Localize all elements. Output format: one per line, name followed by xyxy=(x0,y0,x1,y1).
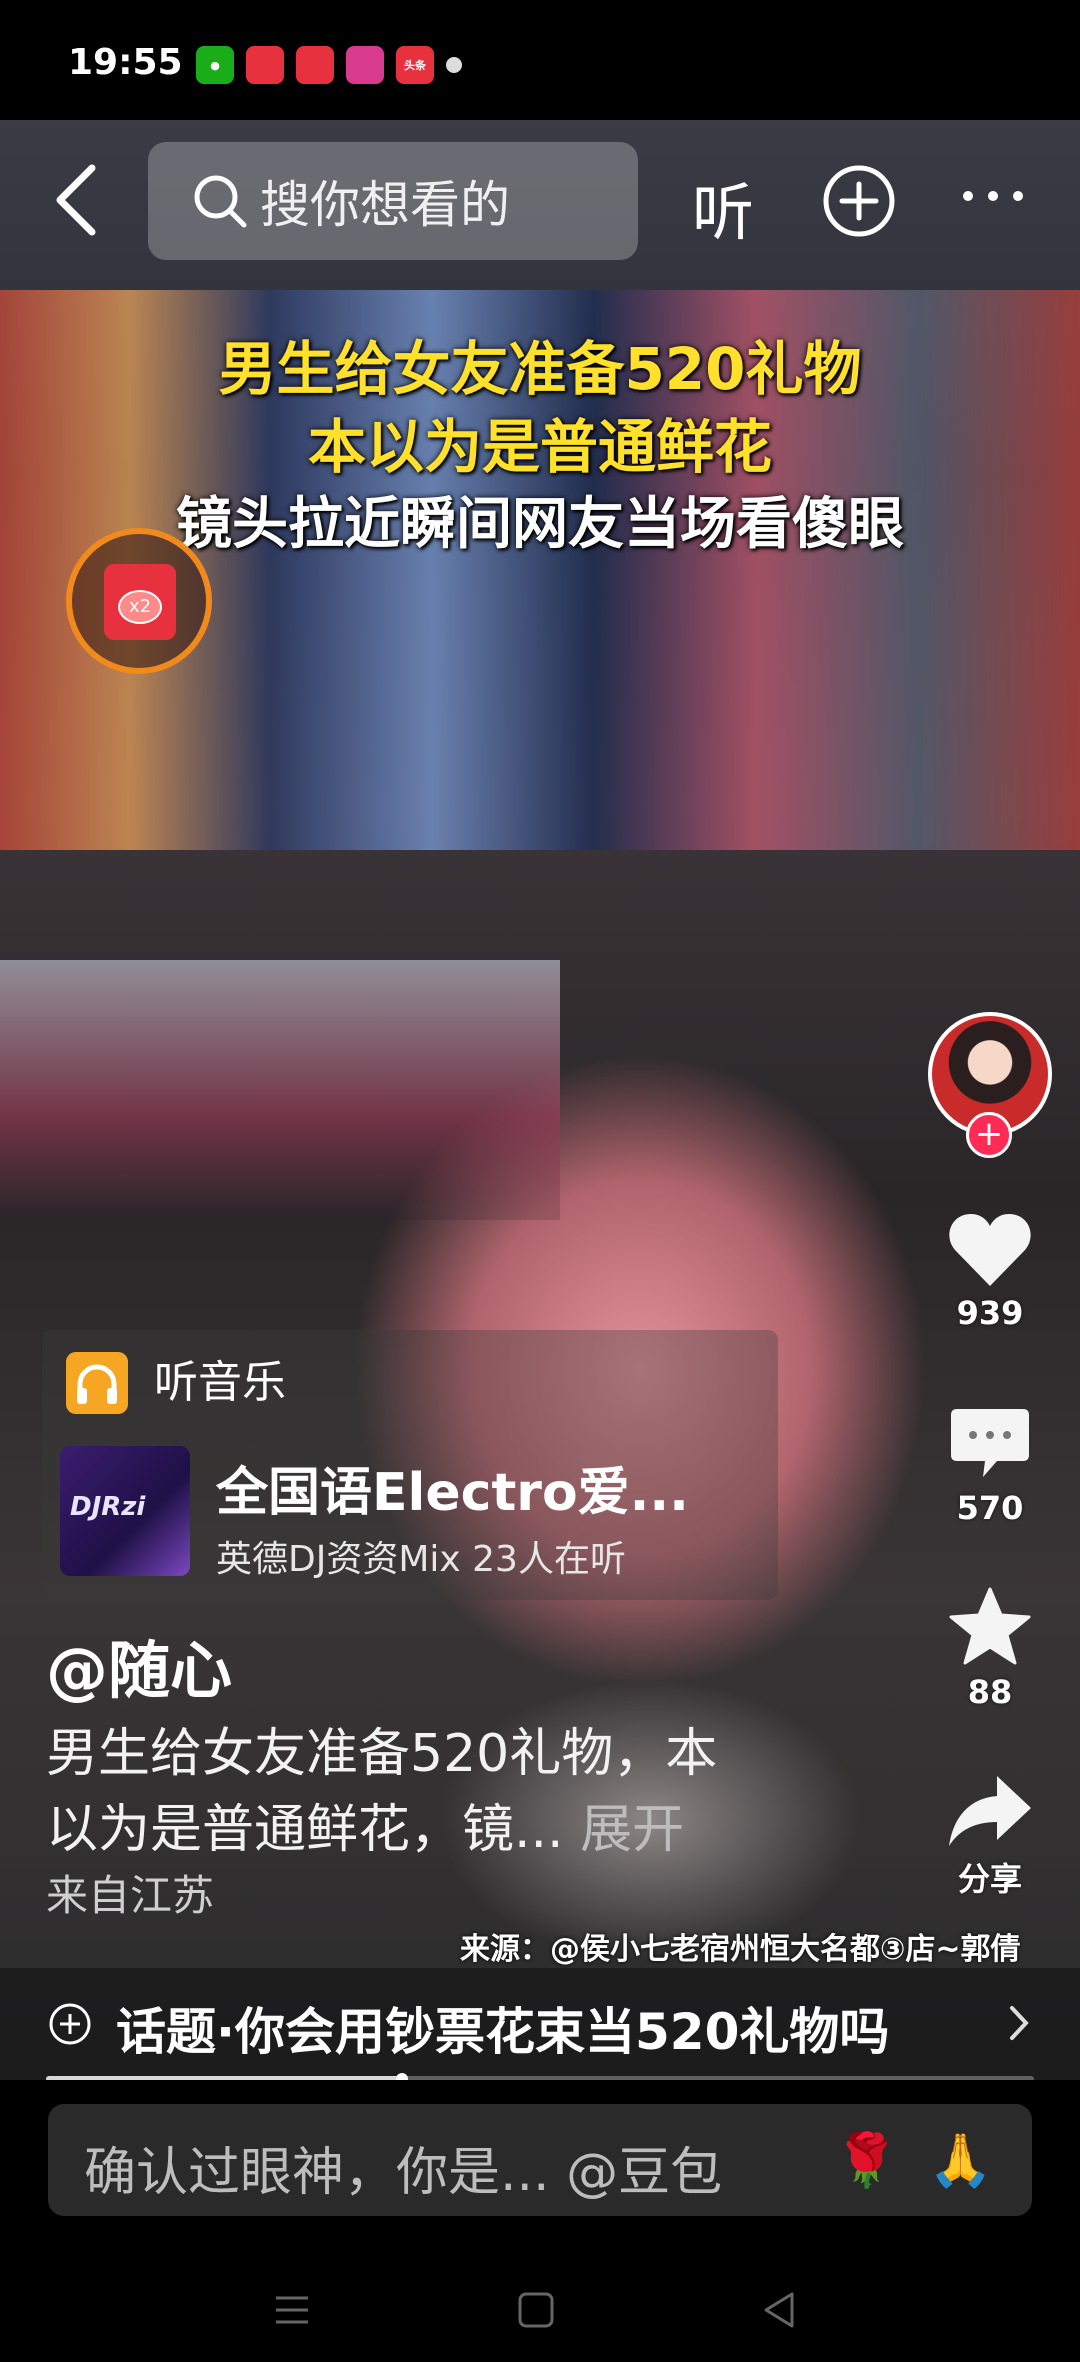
wechat-icon: ● xyxy=(196,46,234,84)
favorite-button[interactable]: 88 xyxy=(920,1585,1060,1711)
rose-emoji-button[interactable]: 🌹 xyxy=(834,2130,899,2191)
system-nav-bar xyxy=(0,2260,1080,2362)
app-icon-4 xyxy=(346,46,384,84)
search-icon xyxy=(194,175,247,228)
comment-count: 570 xyxy=(956,1489,1024,1527)
top-bar: 搜你想看的 听 xyxy=(0,120,1080,290)
like-count: 939 xyxy=(956,1294,1024,1332)
home-icon[interactable] xyxy=(506,2280,566,2340)
more-icon[interactable] xyxy=(958,184,1028,208)
source-watermark: 来源：@侯小七老宿州恒大名都③店~郭倩 xyxy=(460,1932,1021,1967)
share-label: 分享 xyxy=(957,1860,1022,1898)
comment-button[interactable]: 570 xyxy=(920,1405,1060,1527)
caption-line-2: 本以为是普通鲜花 xyxy=(307,413,772,481)
status-time: 19:55 xyxy=(68,42,183,83)
pray-emoji-button[interactable]: 🙏 xyxy=(928,2130,993,2191)
video-background-counter xyxy=(0,960,560,1220)
star-icon xyxy=(949,1587,1031,1665)
location-label: 来自江苏 xyxy=(46,1871,215,1920)
headphones-icon xyxy=(66,1352,128,1414)
like-button[interactable]: 939 xyxy=(920,1210,1060,1332)
search-bar[interactable]: 搜你想看的 xyxy=(148,142,638,260)
topic-bar[interactable]: 话题·你会用钞票花束当520礼物吗 xyxy=(0,1968,1080,2080)
back-icon[interactable] xyxy=(44,160,114,240)
notification-dot-icon xyxy=(446,57,462,73)
share-arrow-icon xyxy=(949,1776,1031,1846)
red-packet-button[interactable]: x2 xyxy=(66,528,212,674)
heart-icon xyxy=(949,1214,1031,1286)
comment-placeholder: 确认过眼神，你是... @豆包 xyxy=(84,2143,723,2203)
status-app-icons: ● 头条 xyxy=(196,46,462,84)
music-cover: DJRzi xyxy=(60,1446,190,1576)
add-circle-icon[interactable] xyxy=(822,164,896,238)
share-button[interactable]: 分享 xyxy=(920,1770,1060,1900)
back-triangle-icon[interactable] xyxy=(750,2280,810,2340)
favorite-count: 88 xyxy=(967,1673,1013,1711)
bottom-area: 确认过眼神，你是... @豆包 🌹 🙏 xyxy=(0,2080,1080,2362)
listen-button[interactable]: 听 xyxy=(692,162,754,252)
expand-link[interactable]: 展开 xyxy=(580,1800,684,1860)
music-cover-text: DJRzi xyxy=(70,1492,146,1522)
multiplier-badge: x2 xyxy=(118,590,162,624)
post-description: 男生给女友准备520礼物，本 以为是普通鲜花，镜... 展开 xyxy=(46,1716,806,1868)
toutiao-icon: 头条 xyxy=(396,46,434,84)
search-placeholder: 搜你想看的 xyxy=(260,176,510,234)
music-card[interactable]: 听音乐 DJRzi 全国语Electro爱... 英德DJ资资Mix 23人在听 xyxy=(42,1330,778,1600)
music-subtitle: 英德DJ资资Mix 23人在听 xyxy=(216,1539,626,1580)
menu-icon[interactable] xyxy=(262,2280,322,2340)
status-bar: 19:55 ● 头条 xyxy=(0,0,1080,120)
caption-line-1: 男生给女友准备520礼物 xyxy=(218,335,862,403)
author-name[interactable]: @随心 xyxy=(46,1620,232,1710)
music-title: 全国语Electro爱... xyxy=(216,1463,689,1523)
app-icon-2 xyxy=(246,46,284,84)
chevron-right-icon xyxy=(1010,2006,1029,2040)
topic-text: 话题·你会用钞票花束当520礼物吗 xyxy=(116,2003,890,2061)
comment-input[interactable]: 确认过眼神，你是... @豆包 🌹 🙏 xyxy=(48,2104,1032,2216)
video-caption: 男生给女友准备520礼物 本以为是普通鲜花 镜头拉近瞬间网友当场看傻眼 xyxy=(0,330,1080,564)
topic-add-icon xyxy=(49,2003,91,2045)
comment-icon xyxy=(951,1409,1029,1477)
app-icon-3 xyxy=(296,46,334,84)
listen-music-label: 听音乐 xyxy=(154,1357,286,1408)
follow-plus-icon[interactable]: + xyxy=(966,1112,1012,1158)
description-line-2: 以为是普通鲜花，镜... xyxy=(46,1800,564,1860)
description-line-1: 男生给女友准备520礼物，本 xyxy=(46,1724,718,1784)
